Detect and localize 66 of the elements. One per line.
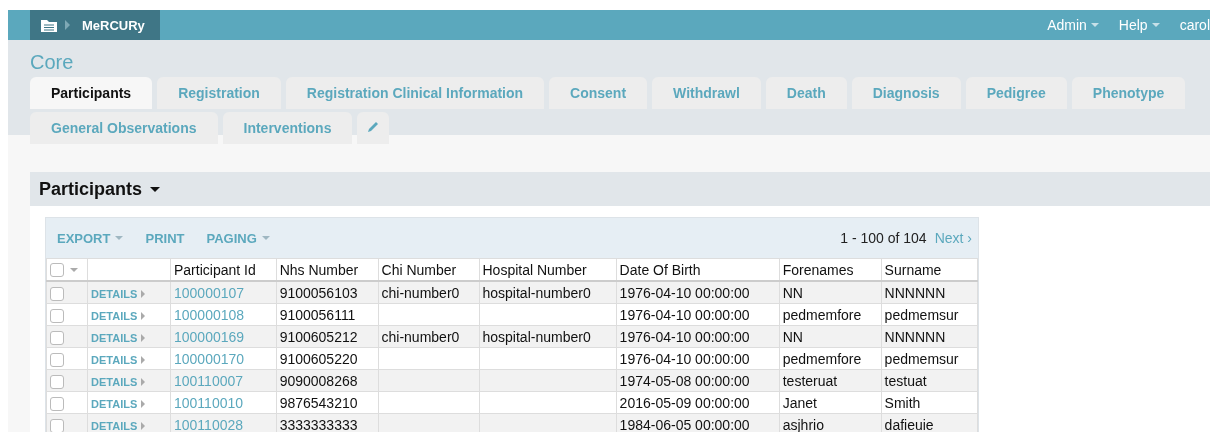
tab[interactable]: Consent	[549, 77, 648, 109]
table-cell: 1976-04-10 00:00:00	[616, 325, 780, 348]
toolbar-button[interactable]: PRINT	[145, 230, 185, 246]
checkbox[interactable]	[50, 396, 64, 411]
column-header[interactable]: Surname	[881, 258, 978, 281]
tab[interactable]: Phenotype	[1071, 77, 1186, 109]
checkbox[interactable]	[50, 418, 64, 432]
tab[interactable]: Interventions	[222, 112, 353, 144]
table-cell: 1974-05-08 00:00:00	[616, 369, 780, 392]
table-cell: pedmemfore	[779, 347, 882, 370]
tab[interactable]: Death	[765, 77, 847, 109]
column-header[interactable]: Nhs Number	[276, 258, 378, 281]
column-header[interactable]: Hospital Number	[479, 258, 617, 281]
tab[interactable]: Registration Clinical Information	[285, 77, 545, 109]
table-cell: 9876543210	[276, 391, 378, 414]
caret-icon[interactable]	[150, 186, 161, 192]
caret-icon	[1151, 23, 1160, 27]
tab[interactable]: Participants	[30, 77, 153, 109]
caret-icon	[1090, 23, 1099, 27]
checkbox[interactable]	[50, 330, 64, 345]
table-cell: 1976-04-10 00:00:00	[616, 347, 780, 370]
tab[interactable]: Pedigree	[965, 77, 1067, 109]
chevron-icon	[64, 19, 70, 31]
tab[interactable]: Diagnosis	[851, 77, 961, 109]
caret-icon	[261, 236, 270, 240]
page-range: 1 - 100 of 104	[840, 230, 927, 246]
table-cell: 1976-04-10 00:00:00	[616, 303, 780, 326]
table-cell: 2016-05-09 00:00:00	[616, 391, 780, 414]
tab[interactable]	[357, 112, 390, 144]
column-header[interactable]: Forenames	[779, 258, 882, 281]
table-cell: hospital-number0	[479, 325, 617, 348]
checkbox[interactable]	[50, 374, 64, 389]
caret-icon	[115, 236, 124, 240]
id-link[interactable]: 100110010	[170, 391, 277, 414]
app-name[interactable]: MeRCURy	[82, 17, 145, 33]
table-cell: 9100605220	[276, 347, 378, 370]
pencil-icon	[366, 119, 381, 134]
column-header[interactable]: Chi Number	[378, 258, 479, 281]
tab[interactable]: Withdrawl	[652, 77, 761, 109]
table-cell: Smith	[881, 391, 978, 414]
tab[interactable]: General Observations	[30, 112, 218, 144]
column-header[interactable]: Date Of Birth	[616, 258, 780, 281]
id-link[interactable]: 100000108	[170, 303, 277, 326]
table-cell: hospital-number0	[479, 281, 617, 304]
table-cell: Janet	[779, 391, 882, 414]
panel-title: Participants	[39, 178, 143, 200]
table-cell: pedmemsur	[881, 303, 978, 326]
checkbox[interactable]	[50, 286, 64, 301]
checkbox[interactable]	[50, 352, 64, 367]
id-link[interactable]: 100000170	[170, 347, 277, 370]
tab[interactable]: Registration	[157, 77, 281, 109]
table-cell: 9100056111	[276, 303, 378, 326]
folder-icon[interactable]	[40, 17, 58, 33]
checkbox[interactable]	[50, 262, 64, 277]
toolbar-button[interactable]: PAGING	[206, 230, 270, 246]
toolbar-button[interactable]: EXPORT	[57, 230, 124, 246]
nav-menu[interactable]: Help	[1118, 17, 1160, 33]
column-header[interactable]: Participant Id	[170, 258, 277, 281]
checkbox[interactable]	[50, 308, 64, 323]
next-link[interactable]: Next ›	[934, 230, 972, 246]
nav-menu[interactable]: carol	[1179, 17, 1210, 33]
section-title: Core	[30, 50, 74, 74]
table-cell: 1976-04-10 00:00:00	[616, 281, 780, 304]
table-cell: pedmemsur	[881, 347, 978, 370]
nav-menu[interactable]: Admin	[1047, 17, 1099, 33]
table-cell: pedmemfore	[779, 303, 882, 326]
